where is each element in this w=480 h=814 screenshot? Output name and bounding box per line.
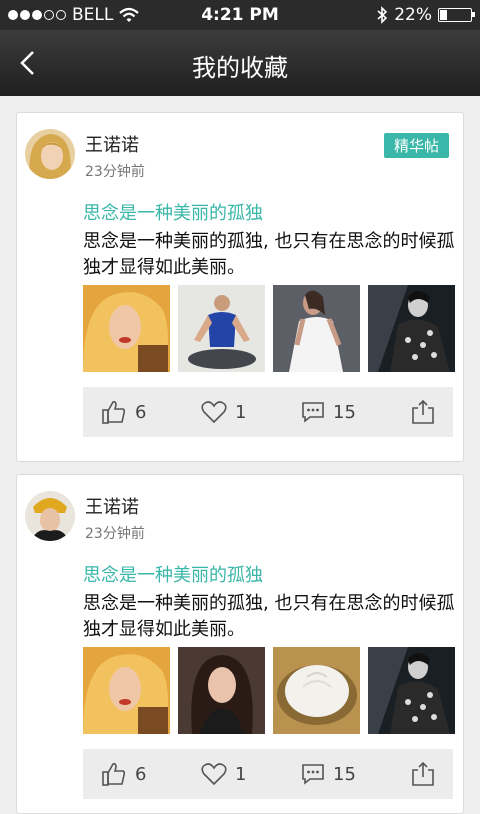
post-image-1[interactable] xyxy=(83,647,170,734)
heart-icon xyxy=(201,401,227,424)
favorite-count: 1 xyxy=(235,763,247,785)
action-bar: 6 1 15 xyxy=(83,749,453,799)
post-image-2[interactable] xyxy=(178,285,265,372)
post-image-2[interactable] xyxy=(178,647,265,734)
share-button[interactable] xyxy=(411,749,435,799)
battery-icon xyxy=(438,8,475,22)
featured-badge: 精华帖 xyxy=(383,133,449,158)
nav-bar: 我的收藏 xyxy=(0,30,480,96)
like-count: 6 xyxy=(135,401,147,423)
post-image-3[interactable] xyxy=(273,647,360,734)
like-button[interactable]: 6 xyxy=(101,749,146,799)
favorite-button[interactable]: 1 xyxy=(201,387,246,437)
post-card[interactable]: 王诺诺 23分钟前 精华帖 思念是一种美丽的孤独 思念是一种美丽的孤独, 也只有… xyxy=(16,112,464,462)
avatar[interactable] xyxy=(25,491,75,541)
battery-percent: 22% xyxy=(394,5,432,25)
share-icon xyxy=(412,761,434,786)
comment-icon xyxy=(302,402,324,423)
comment-count: 15 xyxy=(333,763,356,785)
post-image-4[interactable] xyxy=(368,647,455,734)
thumbs-up-icon xyxy=(102,763,126,786)
share-button[interactable] xyxy=(411,387,435,437)
post-body: 思念是一种美丽的孤独, 也只有在思念的时候孤独才显得如此美丽。 xyxy=(83,593,455,640)
heart-icon xyxy=(201,763,227,786)
favorite-button[interactable]: 1 xyxy=(201,749,246,799)
post-image-1[interactable] xyxy=(83,285,170,372)
comment-count: 15 xyxy=(333,401,356,423)
like-button[interactable]: 6 xyxy=(101,387,146,437)
post-body: 思念是一种美丽的孤独, 也只有在思念的时候孤独才显得如此美丽。 xyxy=(83,231,455,278)
post-time: 23分钟前 xyxy=(85,526,145,542)
status-bar: BELL 4:21 PM 22% xyxy=(0,0,480,30)
page-title: 我的收藏 xyxy=(192,54,288,82)
post-title[interactable]: 思念是一种美丽的孤独 xyxy=(83,199,263,225)
avatar[interactable] xyxy=(25,129,75,179)
thumbs-up-icon xyxy=(102,401,126,424)
like-count: 6 xyxy=(135,763,147,785)
share-icon xyxy=(412,399,434,424)
comment-button[interactable]: 15 xyxy=(301,387,356,437)
post-image-4[interactable] xyxy=(368,285,455,372)
post-card[interactable]: 王诺诺 23分钟前 思念是一种美丽的孤独 思念是一种美丽的孤独, 也只有在思念的… xyxy=(16,474,464,814)
comment-button[interactable]: 15 xyxy=(301,749,356,799)
username[interactable]: 王诺诺 xyxy=(85,131,139,157)
action-bar: 6 1 15 xyxy=(83,387,453,437)
post-title[interactable]: 思念是一种美丽的孤独 xyxy=(83,561,263,587)
comment-icon xyxy=(302,764,324,785)
bluetooth-icon xyxy=(377,6,388,24)
favorite-count: 1 xyxy=(235,401,247,423)
post-image-3[interactable] xyxy=(273,285,360,372)
username[interactable]: 王诺诺 xyxy=(85,493,139,519)
post-time: 23分钟前 xyxy=(85,164,145,180)
